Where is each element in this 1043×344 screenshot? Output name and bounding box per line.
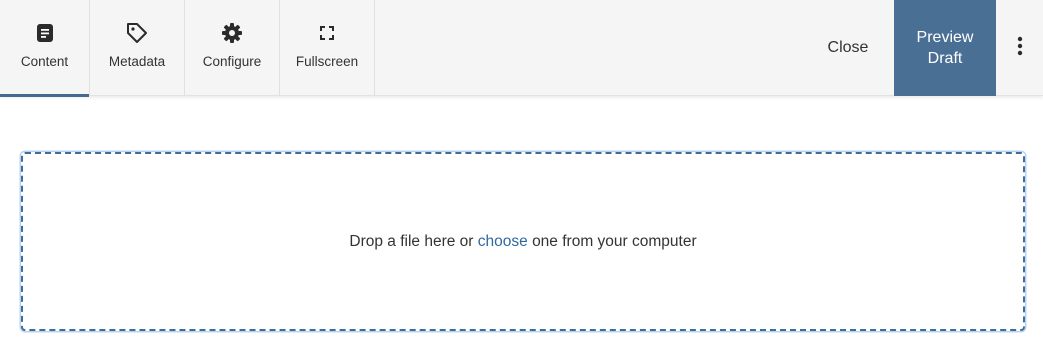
tab-content[interactable]: Content [0, 0, 89, 97]
close-button[interactable]: Close [803, 0, 893, 96]
dropzone-text-after: one from your computer [532, 232, 697, 250]
gear-icon [220, 21, 244, 45]
more-vertical-icon [1017, 36, 1023, 61]
fullscreen-icon [315, 21, 339, 45]
more-options-button[interactable] [996, 0, 1043, 96]
document-icon [33, 21, 57, 45]
editor-toolbar: Content Metadata Configure Fullscreen Cl… [0, 0, 1043, 97]
divider [374, 0, 375, 96]
preview-draft-button[interactable]: Preview Draft [894, 0, 996, 96]
tab-fullscreen-label: Fullscreen [295, 54, 359, 69]
preview-draft-label-line1: Preview [916, 29, 974, 46]
tab-configure[interactable]: Configure [185, 0, 279, 96]
file-dropzone[interactable]: Drop a file here or choose one from your… [21, 152, 1025, 331]
tab-configure-label: Configure [202, 54, 262, 69]
tag-icon [125, 21, 149, 45]
tab-fullscreen[interactable]: Fullscreen [280, 0, 374, 96]
tab-metadata-label: Metadata [108, 54, 166, 69]
tab-content-label: Content [20, 54, 69, 69]
dropzone-text: Drop a file here or choose one from your… [349, 233, 696, 251]
choose-file-link[interactable]: choose [478, 233, 528, 250]
tab-metadata[interactable]: Metadata [90, 0, 184, 96]
preview-draft-label-line2: Draft [927, 50, 963, 67]
dropzone-text-before: Drop a file here or [349, 232, 474, 250]
